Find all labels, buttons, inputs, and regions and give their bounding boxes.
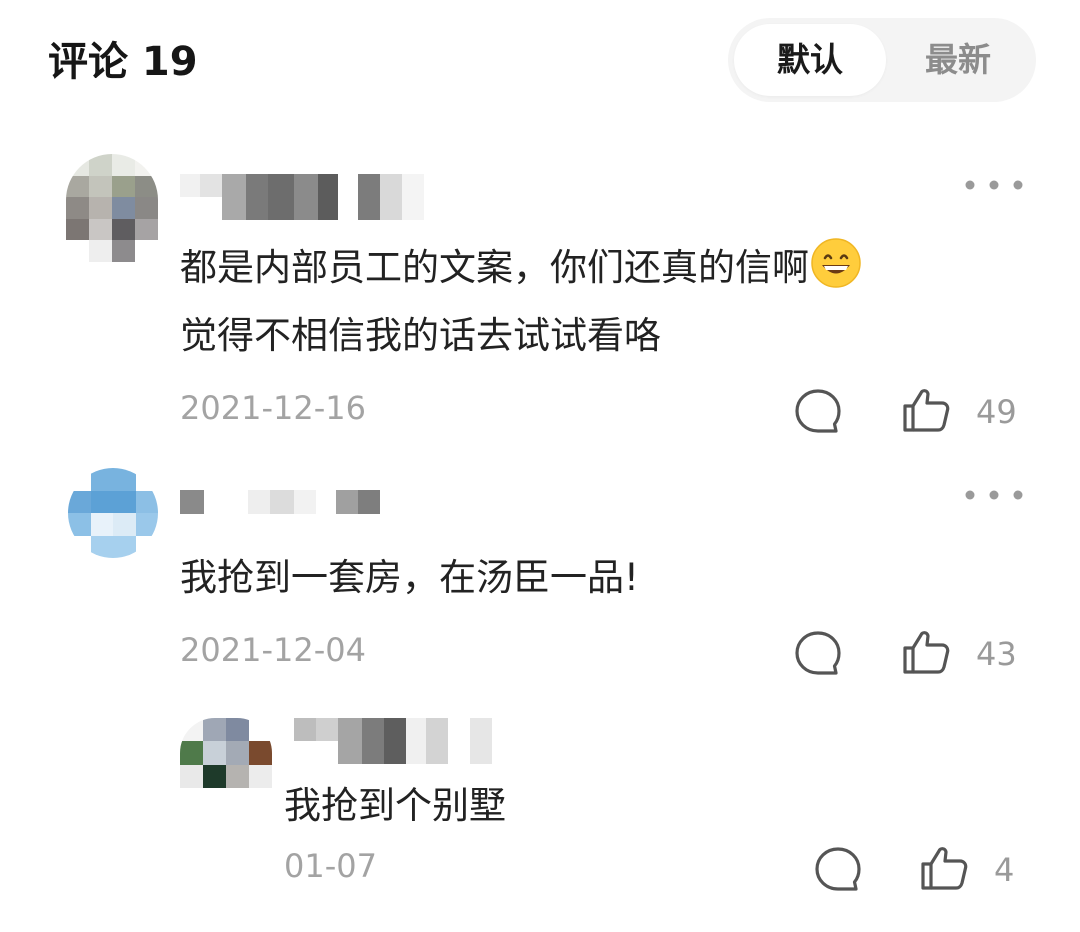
reply-avatar[interactable] [180,718,272,788]
like-count: 4 [994,851,1015,889]
comments-title: 评论 19 [48,39,198,85]
comment-date: 2021-12-16 [180,389,366,427]
grinning-face-emoji [811,238,861,288]
more-dots-icon[interactable] [962,480,1026,510]
reply-text: 我抢到个别墅 [284,784,506,827]
comment-date: 2021-12-04 [180,631,366,669]
more-dots-icon[interactable] [962,170,1026,200]
comment-text: 觉得不相信我的话去试试看咯 [180,314,661,357]
sort-toggle: 默认 最新 [728,18,1036,102]
comment-text: 我抢到一套房，在汤臣一品! [180,556,639,599]
avatar[interactable] [68,468,158,558]
like-count: 43 [976,635,1017,673]
comment-text: 都是内部员工的文案，你们还真的信啊 [180,246,809,289]
username-blurred[interactable] [180,490,380,514]
sort-latest-tab[interactable]: 最新 [886,24,1030,96]
username-blurred[interactable] [294,718,492,764]
sort-default-tab[interactable]: 默认 [734,24,886,96]
like-count: 49 [976,393,1017,431]
avatar[interactable] [66,154,158,262]
username-blurred[interactable] [180,174,424,220]
thumbs-up-icon[interactable] [900,384,952,436]
thumbs-up-icon[interactable] [900,626,952,678]
reply-date: 01-07 [284,847,377,885]
thumbs-up-icon[interactable] [918,842,970,894]
comment-bubble-icon[interactable] [812,844,864,896]
comment-bubble-icon[interactable] [792,386,844,438]
comment-text-line: 都是内部员工的文案，你们还真的信啊 [180,238,861,298]
comment-bubble-icon[interactable] [792,628,844,680]
